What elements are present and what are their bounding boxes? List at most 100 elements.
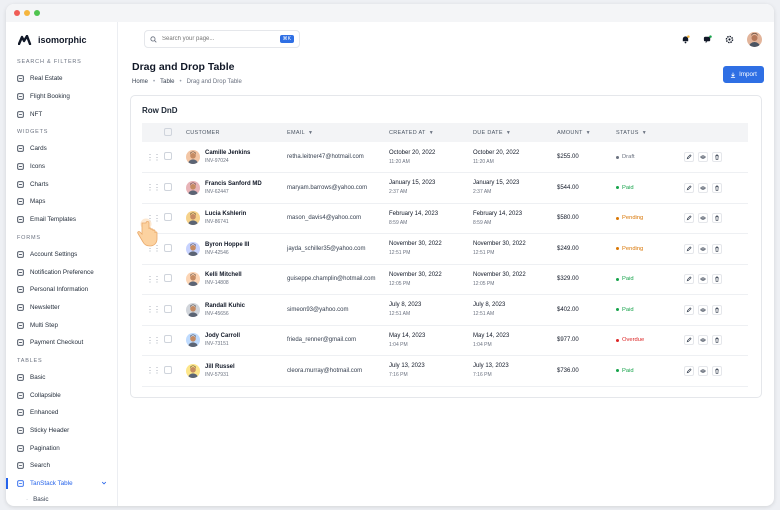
settings-gear-icon[interactable]: [725, 35, 734, 44]
amount-header[interactable]: AMOUNT ▼: [557, 123, 616, 142]
row-checkbox[interactable]: [164, 213, 172, 222]
table-row[interactable]: ⋮⋮ Byron Hoppe III INV-42546 jayda_schiller…: [142, 233, 748, 265]
actions-cell: [684, 142, 748, 173]
sidebar-item-flight-booking[interactable]: Flight Booking: [6, 88, 117, 106]
sidebar-item-maps[interactable]: Maps: [6, 193, 117, 211]
email-header[interactable]: EMAIL ▼: [287, 123, 389, 142]
delete-button[interactable]: [712, 213, 722, 224]
sidebar-item-notification-preference[interactable]: Notification Preference: [6, 263, 117, 281]
sidebar-item-multi-step[interactable]: Multi Step: [6, 316, 117, 334]
table-row[interactable]: ⋮⋮ Camille Jenkins INV-97024 retha.leitner4…: [142, 142, 748, 173]
sidebar-item-sticky-header[interactable]: Sticky Header: [6, 422, 117, 440]
delete-button[interactable]: [712, 152, 722, 162]
drag-handle-cell[interactable]: ⋮⋮: [142, 172, 164, 204]
maximize-dot[interactable]: [34, 10, 40, 16]
breadcrumb-home[interactable]: Home: [132, 79, 148, 85]
drag-handle-cell[interactable]: ⋮⋮: [142, 142, 164, 173]
view-button[interactable]: [698, 274, 708, 285]
view-button[interactable]: [698, 182, 708, 193]
edit-button[interactable]: [684, 152, 694, 162]
due-date-header[interactable]: DUE DATE ▼: [473, 123, 557, 142]
delete-button[interactable]: [712, 182, 722, 193]
sidebar-item-tanstack-table[interactable]: TanStack Table: [6, 475, 117, 493]
chevron-down-icon[interactable]: [101, 480, 107, 488]
view-button[interactable]: [698, 304, 708, 315]
due-time: 1:04 PM: [473, 341, 492, 348]
delete-button[interactable]: [712, 335, 722, 346]
minimize-dot[interactable]: [24, 10, 30, 16]
sidebar-item-pagination[interactable]: Pagination: [6, 439, 117, 457]
drag-handle-icon[interactable]: ⋮⋮: [146, 305, 161, 314]
row-checkbox[interactable]: [164, 152, 172, 160]
table-row[interactable]: ⋮⋮ Francis Sanford MD INV-62447 maryam.barr…: [142, 172, 748, 204]
delete-button[interactable]: [712, 304, 722, 315]
edit-button[interactable]: [684, 182, 694, 193]
row-checkbox[interactable]: [164, 182, 172, 191]
status-header[interactable]: STATUS ▼: [616, 123, 684, 142]
edit-button[interactable]: [684, 213, 694, 224]
drag-handle-cell[interactable]: ⋮⋮: [142, 294, 164, 326]
edit-button[interactable]: [684, 274, 694, 285]
created-at-header[interactable]: CREATED AT ▼: [389, 123, 473, 142]
search-input[interactable]: [162, 36, 275, 42]
view-button[interactable]: [698, 365, 708, 376]
row-checkbox[interactable]: [164, 274, 172, 283]
user-avatar[interactable]: [747, 31, 762, 47]
sidebar-item-search[interactable]: Search: [6, 457, 117, 475]
row-checkbox[interactable]: [164, 335, 172, 344]
customer-cell: Camille Jenkins INV-97024: [186, 142, 287, 173]
drag-handle-cell[interactable]: ⋮⋮: [142, 355, 164, 387]
sidebar-item-newsletter[interactable]: Newsletter: [6, 299, 117, 317]
view-button[interactable]: [698, 335, 708, 346]
sidebar-item-nft[interactable]: NFT: [6, 105, 117, 123]
drag-handle-cell[interactable]: ⋮⋮: [142, 264, 164, 295]
import-button[interactable]: Import: [723, 66, 764, 83]
table-row[interactable]: ⋮⋮ Randall Kuhic INV-45656 simeon93@yahoo.c…: [142, 294, 748, 326]
sidebar-item-basic[interactable]: Basic: [6, 369, 117, 387]
view-button[interactable]: [698, 213, 708, 224]
table-row[interactable]: ⋮⋮ Lucia Kshlerin INV-86741 mason_davis4@ya…: [142, 203, 748, 234]
chat-icon[interactable]: [703, 34, 712, 44]
sidebar-item-collapsible[interactable]: Collapsible: [6, 386, 117, 404]
edit-button[interactable]: [684, 304, 694, 315]
logo[interactable]: isomorphic: [6, 33, 117, 47]
drag-handle-icon[interactable]: ⋮⋮: [146, 366, 161, 375]
sidebar-item-payment-checkout[interactable]: Payment Checkout: [6, 334, 117, 352]
search-box[interactable]: ⌘K: [144, 30, 300, 48]
breadcrumb-table[interactable]: Table: [160, 79, 174, 85]
notification-bell-icon[interactable]: [681, 34, 690, 44]
table-row[interactable]: ⋮⋮ Jody Carroll INV-73151 frieda_renner@gma…: [142, 325, 748, 356]
table-row[interactable]: ⋮⋮ Kelli Mitchell INV-14808 guiseppe.champl…: [142, 264, 748, 295]
sidebar-item-enhanced[interactable]: Enhanced: [6, 404, 117, 422]
drag-handle-icon[interactable]: ⋮⋮: [146, 183, 161, 192]
row-checkbox[interactable]: [164, 365, 172, 374]
close-dot[interactable]: [14, 10, 20, 16]
sidebar-item-personal-information[interactable]: Personal Information: [6, 281, 117, 299]
sidebar-subitem-basic[interactable]: · Basic: [6, 492, 117, 506]
select-all-checkbox[interactable]: [164, 127, 172, 136]
status-cell: Pending: [616, 233, 684, 265]
sidebar-item-email-templates[interactable]: Email Templates: [6, 211, 117, 229]
drag-handle-icon[interactable]: ⋮⋮: [146, 153, 161, 162]
sidebar-item-real-estate[interactable]: Real Estate: [6, 70, 117, 88]
table-row[interactable]: ⋮⋮ Jill Russel INV-57931 cleora.murray@hotm…: [142, 355, 748, 387]
drag-handle-icon[interactable]: ⋮⋮: [146, 336, 161, 345]
edit-button[interactable]: [684, 365, 694, 376]
sidebar-item-cards[interactable]: Cards: [6, 140, 117, 158]
drag-handle-cell[interactable]: ⋮⋮: [142, 325, 164, 356]
edit-button[interactable]: [684, 335, 694, 346]
delete-button[interactable]: [712, 243, 722, 254]
drag-handle-icon[interactable]: ⋮⋮: [146, 275, 161, 284]
row-checkbox[interactable]: [164, 243, 172, 252]
view-button[interactable]: [698, 152, 708, 162]
sidebar-item-account-settings[interactable]: Account Settings: [6, 246, 117, 264]
delete-button[interactable]: [712, 274, 722, 285]
view-button[interactable]: [698, 243, 708, 254]
sidebar-item-charts[interactable]: Charts: [6, 175, 117, 193]
delete-button[interactable]: [712, 365, 722, 376]
sidebar-item-label: Newsletter: [30, 303, 60, 311]
row-checkbox[interactable]: [164, 304, 172, 313]
edit-button[interactable]: [684, 243, 694, 254]
sidebar-item-icons[interactable]: Icons: [6, 158, 117, 176]
sidebar: isomorphic SEARCH & FILTERS Real Estate Fl…: [6, 22, 118, 506]
